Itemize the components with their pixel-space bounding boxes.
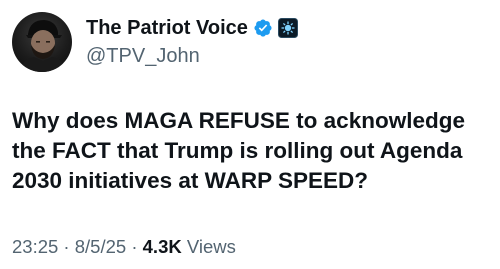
tweet-card: The Patriot Voice @TPV_John Why does MAG… [0,0,500,269]
post-date[interactable]: 8/5/25 [75,236,126,257]
verified-check-icon[interactable] [253,18,273,38]
user-handle[interactable]: @TPV_John [86,42,298,70]
affiliate-badge-icon[interactable] [277,18,298,38]
views-count: 4.3K [142,236,182,257]
views-label: Views [181,236,236,257]
post-text: Why does MAGA REFUSE to acknowledge the … [12,108,465,193]
meta-separator: · [58,236,75,257]
author-block: The Patriot Voice @TPV_John [86,14,298,70]
meta-separator: · [126,236,143,257]
display-name[interactable]: The Patriot Voice [86,14,248,42]
avatar-image [20,20,66,72]
post-meta: 23:25 · 8/5/25 · 4.3K Views [12,234,236,260]
name-row: The Patriot Voice [86,14,298,42]
post-time[interactable]: 23:25 [12,236,58,257]
avatar[interactable] [12,12,72,72]
